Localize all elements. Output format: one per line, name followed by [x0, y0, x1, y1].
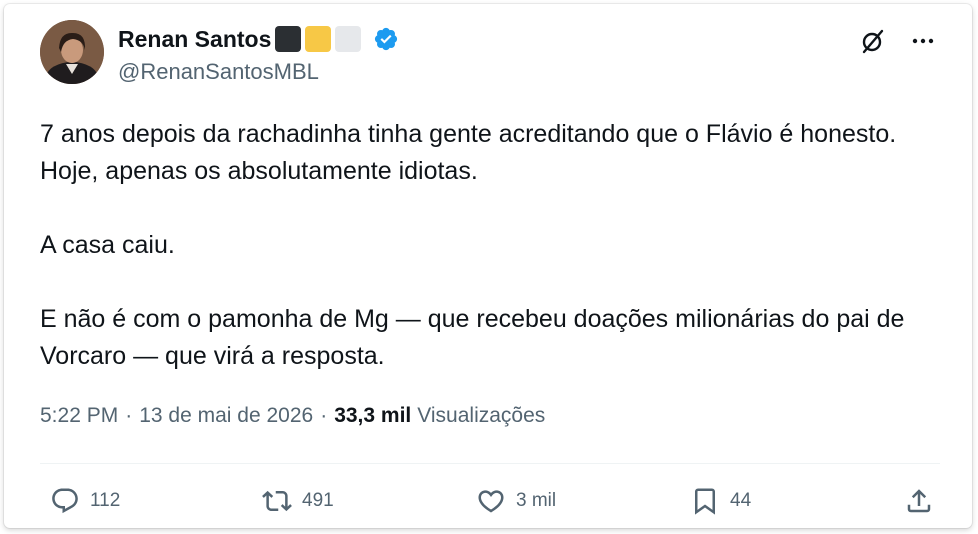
bookmark-count: 44 [730, 490, 752, 511]
black-square-emoji [275, 26, 302, 52]
reply-count: 112 [90, 490, 121, 511]
author-handle[interactable]: @RenanSantosMBL [118, 59, 319, 85]
tweet-actions-bar: 112 491 3 mil 44 [40, 479, 940, 523]
tweet-top-actions [858, 26, 938, 56]
meta-separator: · [320, 404, 328, 427]
bookmark-icon [695, 488, 715, 515]
share-icon [907, 489, 931, 513]
white-square-emoji [335, 26, 362, 52]
yellow-square-emoji [305, 26, 332, 52]
tweet-date[interactable]: 13 de mai de 2026 [139, 404, 313, 428]
reply-button[interactable]: 112 [50, 479, 120, 523]
tweet-meta: 5:22 PM · 13 de mai de 2026 · 33,3 mil V… [40, 404, 545, 428]
meta-separator: · [125, 404, 133, 427]
retweet-button[interactable]: 491 [262, 479, 334, 523]
divider [40, 463, 940, 464]
share-button[interactable] [904, 479, 934, 523]
tweet-card: Renan Santos @RenanSantosMBL 7 anos depo… [4, 4, 972, 528]
tweet-paragraph: 7 anos depois da rachadinha tinha gente … [40, 120, 897, 185]
reply-icon [52, 488, 78, 514]
more-horizontal-icon[interactable] [908, 26, 938, 56]
retweet-count: 491 [302, 490, 334, 511]
views-count: 33,3 mil [334, 404, 412, 427]
retweet-icon [262, 490, 292, 512]
tweet-paragraph: A casa caiu. [40, 231, 175, 259]
views-label: Visualizações [417, 404, 546, 427]
like-button[interactable]: 3 mil [476, 479, 556, 523]
like-count: 3 mil [516, 490, 557, 511]
author-name-row: Renan Santos [118, 24, 399, 54]
author-display-name[interactable]: Renan Santos [118, 26, 271, 53]
grok-icon[interactable] [858, 26, 888, 56]
avatar[interactable] [40, 20, 104, 84]
heart-icon [478, 490, 504, 513]
tweet-text: 7 anos depois da rachadinha tinha gente … [40, 116, 940, 375]
bookmark-button[interactable]: 44 [690, 479, 751, 523]
verified-badge-icon[interactable] [373, 26, 399, 52]
tweet-time[interactable]: 5:22 PM [40, 404, 118, 428]
tweet-paragraph: E não é com o pamonha de Mg — que recebe… [40, 305, 905, 370]
